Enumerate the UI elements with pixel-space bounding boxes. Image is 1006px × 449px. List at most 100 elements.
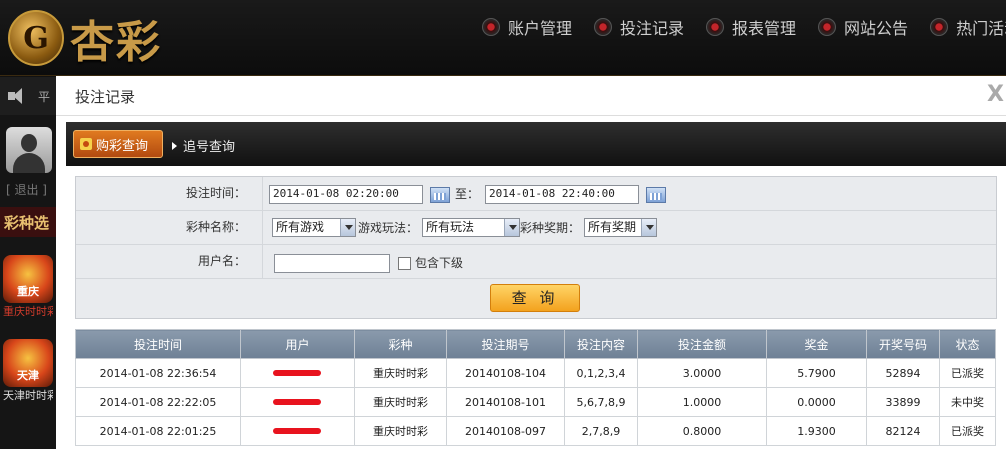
play-select[interactable]: 所有玩法	[422, 218, 520, 237]
cell-issue: 20140108-097	[446, 416, 565, 446]
include-subordinates-checkbox[interactable]	[398, 257, 411, 270]
game-subtitle: 重庆时时彩	[3, 305, 53, 318]
game-item-chongqing[interactable]: 重庆 重庆时时彩	[3, 255, 53, 319]
status-badge: 未中奖	[939, 387, 996, 417]
game-item-tianjin[interactable]: 天津 天津时时彩	[3, 339, 53, 403]
col-header-amount[interactable]: 投注金额	[637, 329, 767, 359]
redaction-mark	[272, 398, 321, 405]
to-label: 至：	[455, 187, 480, 201]
avatar[interactable]	[6, 127, 52, 173]
redacted-username	[272, 394, 323, 408]
category-title: 彩种选	[0, 207, 56, 237]
nav-bullet-icon	[482, 18, 500, 36]
play-label: 游戏玩法：	[358, 221, 419, 235]
nav-label: 热门活动	[956, 19, 1006, 38]
cell-time: 2014-01-08 22:01:25	[75, 416, 241, 446]
cell-content: 0,1,2,3,4	[564, 358, 638, 388]
nav-promotions[interactable]: 热门活动	[930, 15, 1006, 39]
cell-time: 2014-01-08 22:22:05	[75, 387, 241, 417]
logo-emblem-icon: G	[8, 10, 64, 66]
filter-row-user: 用户名： 包含下级	[76, 245, 996, 279]
top-navigation: 账户管理 投注记录 报表管理 网站公告 热门活动	[482, 15, 1006, 39]
cell-user	[240, 358, 355, 388]
col-header-time[interactable]: 投注时间	[75, 329, 241, 359]
logout-link[interactable]: [ 退出 ]	[6, 181, 47, 198]
redacted-username	[272, 423, 323, 437]
announcement-bar[interactable]: 平	[0, 77, 56, 115]
modal-header: 投注记录 X	[56, 76, 1006, 116]
brand-logo[interactable]: G 杏彩	[8, 6, 162, 70]
col-header-status[interactable]: 状态	[939, 329, 996, 359]
records-content: 投注时间： 2014-01-08 02:20:00 至： 2014-01-08 …	[66, 166, 1006, 449]
cell-lottery: 重庆时时彩	[354, 416, 447, 446]
cart-icon	[80, 138, 92, 150]
col-header-content[interactable]: 投注内容	[564, 329, 638, 359]
chevron-down-icon	[340, 219, 355, 236]
cell-prize: 0.0000	[766, 387, 867, 417]
nav-bullet-icon	[818, 18, 837, 36]
col-header-draw[interactable]: 开奖号码	[866, 329, 940, 359]
redaction-mark	[272, 369, 321, 376]
col-header-prize[interactable]: 奖金	[766, 329, 867, 359]
lottery-label: 彩种名称：	[185, 220, 246, 234]
table-header-row: 投注时间 用户 彩种 投注期号 投注内容 投注金额 奖金 开奖号码 状态	[75, 329, 996, 359]
avatar-head-icon	[21, 134, 37, 152]
status-badge: 已派奖	[939, 358, 996, 388]
end-time-input[interactable]: 2014-01-08 22:40:00	[485, 185, 639, 204]
divider	[262, 211, 263, 244]
select-value: 所有玩法	[426, 220, 475, 234]
table-row[interactable]: 2014-01-08 22:01:25 重庆时时彩 20140108-097 2…	[75, 416, 996, 446]
close-icon[interactable]: X	[987, 82, 1004, 107]
modal-body: 购彩查询 追号查询 投注时间： 2014-01-08 02:20:00 至： 2…	[66, 122, 1006, 449]
nav-announcements[interactable]: 网站公告	[818, 15, 908, 39]
calendar-icon[interactable]	[430, 187, 450, 203]
game-label: 天津	[17, 369, 39, 382]
game-subtitle: 天津时时彩	[3, 389, 53, 402]
divider	[262, 177, 263, 210]
select-value: 所有奖期	[588, 220, 637, 234]
username-input[interactable]	[274, 254, 390, 273]
lottery-select[interactable]: 所有游戏	[272, 218, 356, 237]
issue-label: 彩种奖期：	[520, 221, 581, 235]
tab-label: 购彩查询	[96, 138, 149, 154]
cell-amount: 0.8000	[637, 416, 767, 446]
issue-select[interactable]: 所有奖期	[584, 218, 657, 237]
lottery-game-icon: 天津	[3, 339, 53, 387]
bet-records-modal: 投注记录 X 购彩查询 追号查询 投注时间： 2014-01-08 02:20:…	[56, 76, 1006, 449]
cell-issue: 20140108-104	[446, 358, 565, 388]
col-header-user[interactable]: 用户	[240, 329, 355, 359]
col-header-lottery[interactable]: 彩种	[354, 329, 447, 359]
nav-bullet-icon	[594, 18, 613, 36]
nav-bet-records[interactable]: 投注记录	[594, 15, 684, 39]
calendar-icon[interactable]	[646, 187, 666, 203]
cell-draw: 82124	[866, 416, 940, 446]
nav-label: 账户管理	[508, 19, 573, 38]
game-label: 重庆	[17, 285, 39, 298]
tab-purchase-query[interactable]: 购彩查询	[73, 130, 163, 158]
nav-reports[interactable]: 报表管理	[706, 15, 796, 39]
redacted-username	[272, 365, 323, 379]
redaction-mark	[272, 427, 321, 434]
table-row[interactable]: 2014-01-08 22:36:54 重庆时时彩 20140108-104 0…	[75, 358, 996, 388]
nav-account[interactable]: 账户管理	[482, 15, 572, 39]
cell-prize: 1.9300	[766, 416, 867, 446]
nav-bullet-icon	[930, 18, 949, 36]
records-table: 投注时间 用户 彩种 投注期号 投注内容 投注金额 奖金 开奖号码 状态 201…	[75, 329, 996, 446]
announcement-text: 平	[38, 89, 51, 104]
cell-draw: 52894	[866, 358, 940, 388]
cell-user	[240, 416, 355, 446]
search-button[interactable]: 查 询	[490, 284, 580, 312]
left-sidebar: 平 [ 退出 ] 彩种选 重庆 重庆时时彩 天津 天津时时彩	[0, 77, 56, 449]
tab-bar: 购彩查询 追号查询	[66, 122, 1006, 166]
table-row[interactable]: 2014-01-08 22:22:05 重庆时时彩 20140108-101 5…	[75, 387, 996, 417]
cell-prize: 5.7900	[766, 358, 867, 388]
cell-amount: 3.0000	[637, 358, 767, 388]
tab-chase-query[interactable]: 追号查询	[172, 136, 235, 155]
filter-row-lottery: 彩种名称： 所有游戏 游戏玩法： 所有玩法 彩种奖期： 所有奖期	[76, 211, 996, 245]
chevron-down-icon	[641, 219, 656, 236]
cell-user	[240, 387, 355, 417]
nav-label: 投注记录	[620, 19, 685, 38]
cell-amount: 1.0000	[637, 387, 767, 417]
start-time-input[interactable]: 2014-01-08 02:20:00	[269, 185, 423, 204]
col-header-issue[interactable]: 投注期号	[446, 329, 565, 359]
